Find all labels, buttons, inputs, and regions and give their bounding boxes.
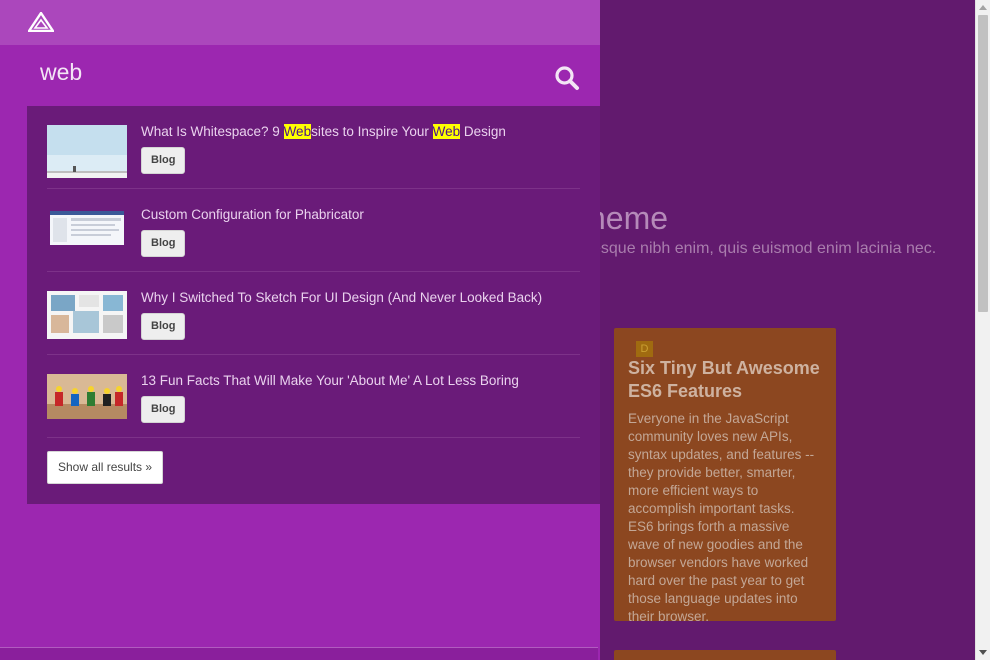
result-thumbnail[interactable] [47, 208, 127, 261]
result-tag[interactable]: Blog [141, 230, 186, 257]
scroll-up-arrow-icon[interactable] [979, 5, 987, 10]
card-excerpt: Everyone in the JavaScript community lov… [628, 411, 815, 624]
result-thumbnail[interactable] [47, 291, 127, 344]
result-tag[interactable]: Blog [141, 313, 186, 340]
search-input[interactable] [40, 53, 520, 91]
result-tag[interactable]: Blog [141, 396, 186, 423]
card-title[interactable]: Six Tiny But Awesome ES6 Features [628, 357, 822, 403]
logo-triangle-icon[interactable] [28, 12, 54, 32]
result-item[interactable]: 13 Fun Facts That Will Make Your 'About … [47, 355, 580, 438]
result-item[interactable]: Why I Switched To Sketch For UI Design (… [47, 272, 580, 355]
result-title[interactable]: What Is Whitespace? 9 Websites to Inspir… [141, 124, 506, 139]
search-icon[interactable] [553, 64, 581, 92]
panel-header [0, 0, 600, 45]
page-hero-subtitle: esque nibh enim, quis euismod enim lacin… [592, 240, 937, 257]
panel-footer [0, 647, 598, 660]
page-scrollbar[interactable] [975, 0, 990, 660]
result-title[interactable]: Custom Configuration for Phabricator [141, 208, 364, 222]
scroll-down-arrow-icon[interactable] [979, 650, 987, 655]
result-title[interactable]: 13 Fun Facts That Will Make Your 'About … [141, 374, 519, 388]
article-card-next[interactable] [614, 650, 836, 660]
article-card[interactable]: D Six Tiny But Awesome ES6 Features Ever… [614, 328, 836, 624]
result-thumbnail[interactable] [47, 374, 127, 427]
result-title[interactable]: Why I Switched To Sketch For UI Design (… [141, 291, 542, 305]
result-thumbnail[interactable] [47, 125, 127, 178]
search-results-list: What Is Whitespace? 9 Websites to Inspir… [27, 106, 600, 504]
scroll-thumb[interactable] [978, 15, 988, 312]
result-item[interactable]: Custom Configuration for Phabricator Blo… [47, 189, 580, 272]
page-hero-title: heme [588, 200, 669, 236]
show-all-results-button[interactable]: Show all results » [47, 451, 164, 484]
search-panel: What Is Whitespace? 9 Websites to Inspir… [0, 0, 600, 660]
result-item[interactable]: What Is Whitespace? 9 Websites to Inspir… [47, 106, 580, 189]
result-tag[interactable]: Blog [141, 147, 186, 174]
card-badge-icon: D [636, 341, 653, 357]
